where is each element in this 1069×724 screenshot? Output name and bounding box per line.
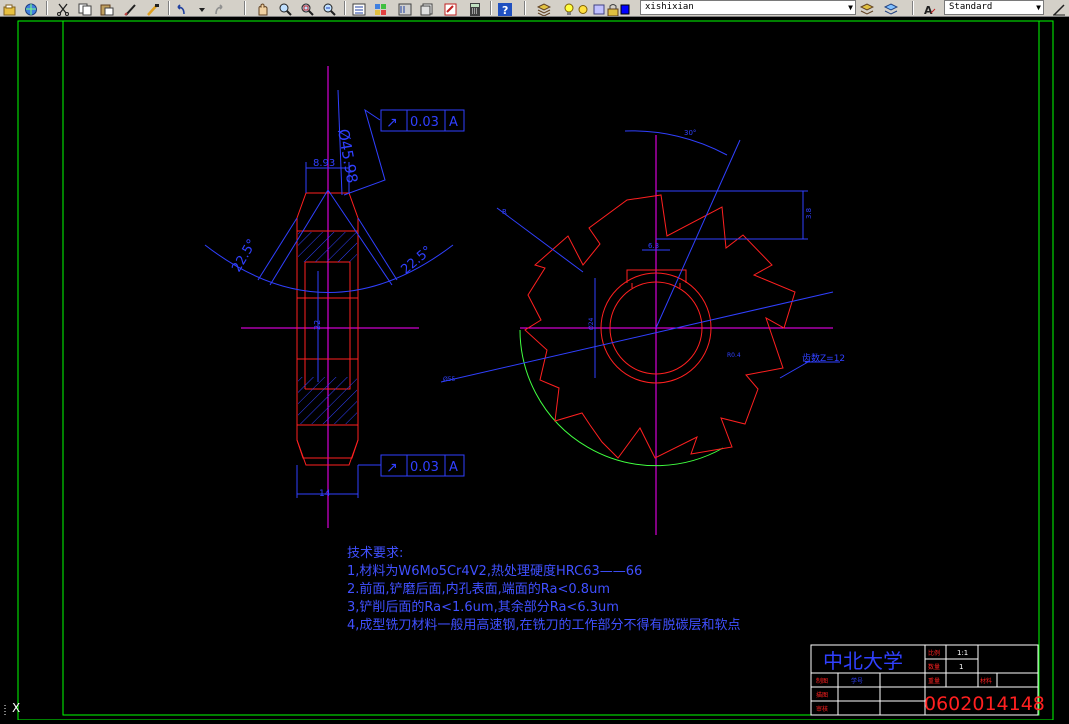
qty-value: 1	[959, 663, 963, 671]
paste-icon[interactable]	[100, 1, 114, 16]
zoom-window-icon[interactable]	[300, 1, 314, 16]
dim-tooth-angle: R0.4	[727, 352, 741, 359]
layer-previous-icon[interactable]	[859, 1, 875, 15]
brush-icon[interactable]	[124, 1, 138, 16]
chevron-down-icon[interactable]: ▼	[848, 1, 853, 14]
gdt-frame-top: ↗ 0.03 A	[380, 109, 465, 132]
side-view: Ø45.98 8.93 22.5° 22.5° 22 14	[204, 66, 454, 528]
design-center-icon[interactable]	[374, 1, 388, 15]
ucs-x-label: X	[12, 701, 20, 715]
lock-icon[interactable]	[606, 1, 620, 17]
drawing-canvas[interactable]: Ø45.98 8.93 22.5° 22.5° 22 14 ↗ 0.03 A ↗…	[0, 17, 1069, 721]
tech-line-1: 1,材料为W6Mo5Cr4V2,热处理硬度HRC63——66	[347, 563, 642, 579]
calculator-icon[interactable]	[468, 1, 482, 16]
checked-label: 描图	[816, 691, 828, 699]
freeze-icon[interactable]	[592, 1, 606, 15]
university-name: 中北大学	[823, 649, 903, 673]
tech-line-2: 2.前面,铲磨后面,内孔表面,端面的Ra<0.8um	[347, 581, 610, 597]
layer-combo[interactable]: xishixian ▼	[640, 0, 856, 15]
qty-label: 数量	[928, 663, 940, 671]
redo-icon[interactable]	[212, 1, 226, 15]
sun-icon[interactable]	[576, 1, 590, 14]
dim-diameter: Ø45.98	[334, 128, 361, 185]
style-combo[interactable]: Standard ▼	[944, 0, 1044, 15]
dim-bore: 22	[313, 320, 322, 330]
dim-angle-right: 22.5°	[398, 243, 435, 277]
drawn-name: 学号	[851, 677, 863, 685]
gdt-bottom-datum: A	[449, 460, 458, 475]
tech-line-4: 4,成型铣刀材料一般用高速钢,在铣刀的工作部分不得有脱碳层和软点	[347, 617, 741, 633]
layer-combo-value: xishixian	[645, 2, 694, 12]
gdt-frame-bottom: ↗ 0.03 A	[358, 454, 465, 477]
tech-line-3: 3,铲削后面的Ra<1.6um,其余部分Ra<6.3um	[347, 599, 619, 615]
material-label: 材料	[980, 677, 992, 685]
text-style-icon[interactable]: A	[922, 1, 936, 17]
color-swatch[interactable]	[620, 1, 630, 15]
dim-width-top: 8.93	[313, 158, 335, 169]
match-icon[interactable]	[146, 1, 160, 16]
runout-icon: ↗	[386, 460, 398, 476]
copy-icon[interactable]	[78, 1, 92, 16]
zoom-icon[interactable]	[278, 1, 292, 16]
runout-icon: ↗	[386, 115, 398, 131]
markup-icon[interactable]	[444, 1, 458, 16]
teeth-label: 齿数Z=12	[802, 352, 845, 364]
dim-keyway: 6.3	[648, 242, 659, 250]
sheet-set-icon[interactable]	[420, 1, 434, 16]
style-combo-value: Standard	[949, 2, 993, 12]
properties-icon[interactable]	[352, 1, 366, 16]
dim-width-bottom: 14	[319, 489, 331, 499]
title-block: 中北大学 比例 1:1 数量 1 重量 材料 制图 学号 描图 审核 06020…	[810, 644, 1045, 716]
dim-leader-left: R	[502, 208, 507, 216]
open-icon[interactable]	[3, 1, 17, 16]
weight-label: 重量	[928, 677, 940, 685]
chevron-down-icon[interactable]: ▼	[1036, 1, 1041, 14]
tech-requirements: 技术要求: 1,材料为W6Mo5Cr4V2,热处理硬度HRC63——66 2.前…	[347, 546, 741, 633]
gdt-bottom-value: 0.03	[410, 460, 439, 475]
zoom-previous-icon[interactable]	[322, 1, 336, 16]
dim-arc-angle: 30°	[684, 129, 696, 137]
tool-palette-icon[interactable]	[398, 1, 412, 16]
front-view: 30° 3.8 R 6.3 Ø24 Ø55 R0.4 齿数Z=12	[440, 129, 845, 535]
gdt-top-datum: A	[449, 115, 458, 130]
layer-manager-icon[interactable]	[536, 1, 552, 17]
ratio-label: 比例	[928, 649, 940, 657]
dim-outer: Ø55	[443, 376, 456, 383]
svg-text:A: A	[924, 4, 933, 16]
gdt-top-value: 0.03	[410, 115, 439, 130]
undo-icon[interactable]	[174, 1, 188, 15]
ucs-icon: X	[4, 701, 20, 715]
dim-style-icon[interactable]	[1052, 1, 1066, 16]
tech-title: 技术要求:	[347, 546, 403, 561]
dim-height-right: 3.8	[805, 208, 813, 219]
ratio-value: 1:1	[957, 649, 968, 657]
svg-text:?: ?	[502, 4, 508, 16]
layer-state-icon[interactable]	[883, 1, 899, 15]
dim-inner: Ø24	[588, 317, 595, 330]
pan-icon[interactable]	[256, 1, 270, 16]
cut-icon[interactable]	[56, 1, 70, 16]
student-id: 0602014148	[924, 693, 1045, 715]
undo-dropdown-icon[interactable]	[198, 1, 206, 14]
bulb-icon[interactable]	[562, 1, 576, 15]
help-icon[interactable]: ?	[498, 1, 512, 17]
drawn-label: 制图	[816, 677, 828, 685]
globe-icon[interactable]	[24, 1, 38, 16]
reviewed-label: 审核	[816, 705, 828, 713]
dim-angle-left: 22.5°	[229, 237, 260, 275]
drawing-frame	[17, 20, 1054, 721]
standard-toolbar: ? xishixian ▼ A Standard ▼	[0, 0, 1069, 17]
